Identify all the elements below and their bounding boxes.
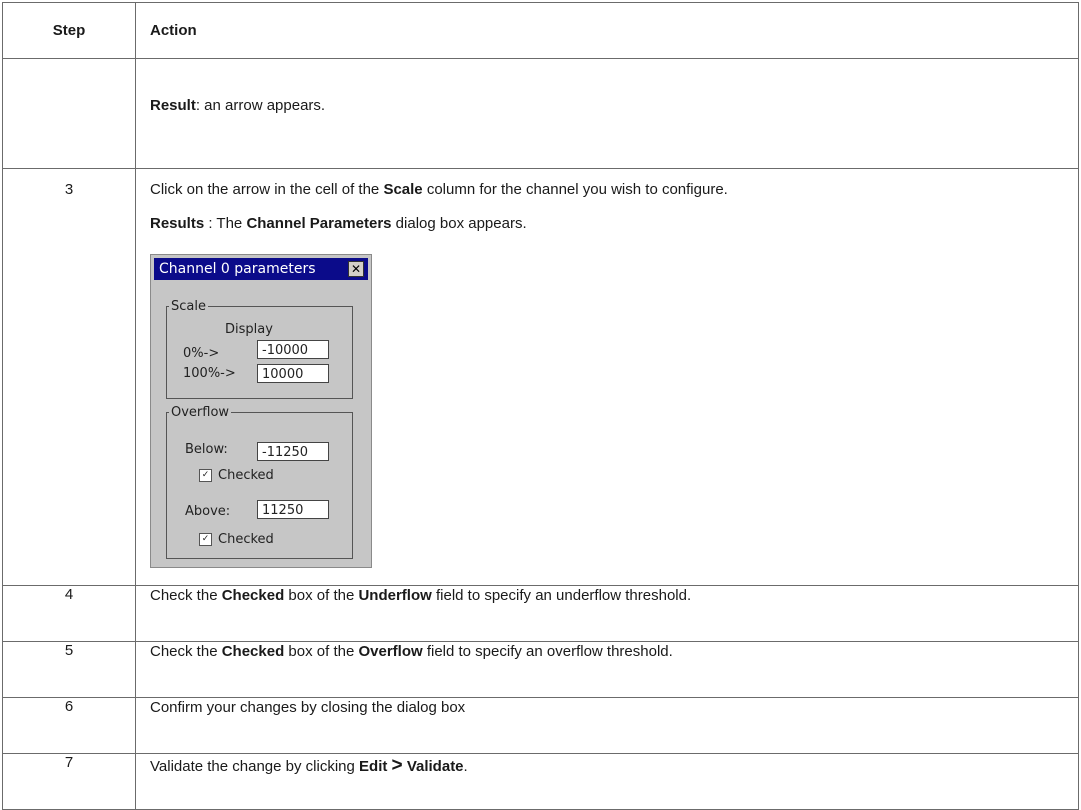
action-cell: Check the Checked box of the Underflow f… [135, 585, 1079, 642]
text: dialog box appears. [391, 215, 527, 232]
action-cell: Click on the arrow in the cell of the Sc… [135, 168, 1079, 586]
procedure-table: Step Action Result: an arrow appears. 3 … [2, 2, 1079, 810]
text: field to specify an underflow threshold. [431, 587, 692, 604]
results-label: Results [150, 215, 205, 232]
instruction-line: Click on the arrow in the cell of the Sc… [150, 181, 1077, 198]
table-row: 5 Check the Checked box of the Overflow … [2, 641, 1079, 698]
validate-term: Validate [406, 758, 464, 775]
step-number: 6 [2, 697, 136, 754]
text: Validate the change by clicking [150, 758, 360, 775]
step-number: 5 [2, 641, 136, 698]
overflow-group: Overflow Below: -11250 ✓ Checked Above: … [166, 405, 353, 559]
channel-parameters-dialog: Channel 0 parameters ✕ Scale Display 0%-… [150, 254, 372, 568]
text: box of the [284, 643, 359, 660]
text: Check the [150, 587, 222, 604]
above-label: Above: [185, 504, 231, 519]
underflow-term: Underflow [358, 587, 432, 604]
checkbox-check-icon: ✓ [199, 469, 212, 482]
text: Check the [150, 643, 222, 660]
header-step: Step [2, 2, 136, 59]
scale-group: Scale Display 0%-> -10000 100%-> 10000 [166, 299, 353, 399]
table-row: 4 Check the Checked box of the Underflow… [2, 585, 1079, 642]
below-label: Below: [185, 442, 228, 457]
below-checked-checkbox[interactable]: ✓ Checked [199, 468, 274, 483]
table-row: Result: an arrow appears. [2, 58, 1079, 169]
result-label: Result [150, 97, 196, 114]
result-text: : an arrow appears. [195, 97, 326, 114]
text: : The [204, 215, 247, 232]
below-value-field[interactable]: -11250 [257, 442, 329, 461]
min-value-field[interactable]: -10000 [257, 340, 329, 359]
table-row: 7 Validate the change by clicking Edit >… [2, 753, 1079, 810]
action-cell: Result: an arrow appears. [135, 58, 1079, 169]
action-cell: Check the Checked box of the Overflow fi… [135, 641, 1079, 698]
above-checked-checkbox[interactable]: ✓ Checked [199, 532, 274, 547]
header-row: Step Action [2, 2, 1079, 59]
step-number: 7 [2, 753, 136, 810]
checked-term: Checked [221, 643, 285, 660]
step-number: 4 [2, 585, 136, 642]
action-cell: Confirm your changes by closing the dial… [135, 697, 1079, 754]
scale-legend: Scale [171, 299, 206, 314]
result-line: Results : The Channel Parameters dialog … [150, 215, 1077, 232]
dialog-title-bar: Channel 0 parameters ✕ [154, 258, 368, 280]
header-action: Action [135, 2, 1079, 59]
display-label: Display [225, 322, 273, 337]
checked-term: Checked [221, 587, 285, 604]
max-value-field[interactable]: 10000 [257, 364, 329, 383]
dialog-title: Channel 0 parameters [159, 261, 316, 277]
text: Click on the arrow in the cell of the [150, 181, 384, 198]
checkbox-check-icon: ✓ [199, 533, 212, 546]
min-label: 0%-> [183, 346, 220, 361]
text: column for the channel you wish to confi… [422, 181, 728, 198]
text: box of the [284, 587, 359, 604]
action-cell: Validate the change by clicking Edit > V… [135, 753, 1079, 810]
overflow-term: Overflow [358, 643, 423, 660]
dialog-term: Channel Parameters [246, 215, 392, 232]
step-number [2, 58, 136, 169]
edit-term: Edit [359, 758, 388, 775]
overflow-legend: Overflow [171, 405, 230, 420]
below-checked-label: Checked [218, 468, 274, 483]
text: . [463, 758, 468, 775]
table-row: 6 Confirm your changes by closing the di… [2, 697, 1079, 754]
max-label: 100%-> [183, 366, 236, 381]
table-row: 3 Click on the arrow in the cell of the … [2, 168, 1079, 586]
close-icon[interactable]: ✕ [348, 261, 364, 277]
above-value-field[interactable]: 11250 [257, 500, 329, 519]
menu-separator: > [391, 755, 403, 776]
step-number: 3 [2, 168, 136, 586]
scale-term: Scale [383, 181, 423, 198]
above-checked-label: Checked [218, 532, 274, 547]
text: field to specify an overflow threshold. [422, 643, 673, 660]
